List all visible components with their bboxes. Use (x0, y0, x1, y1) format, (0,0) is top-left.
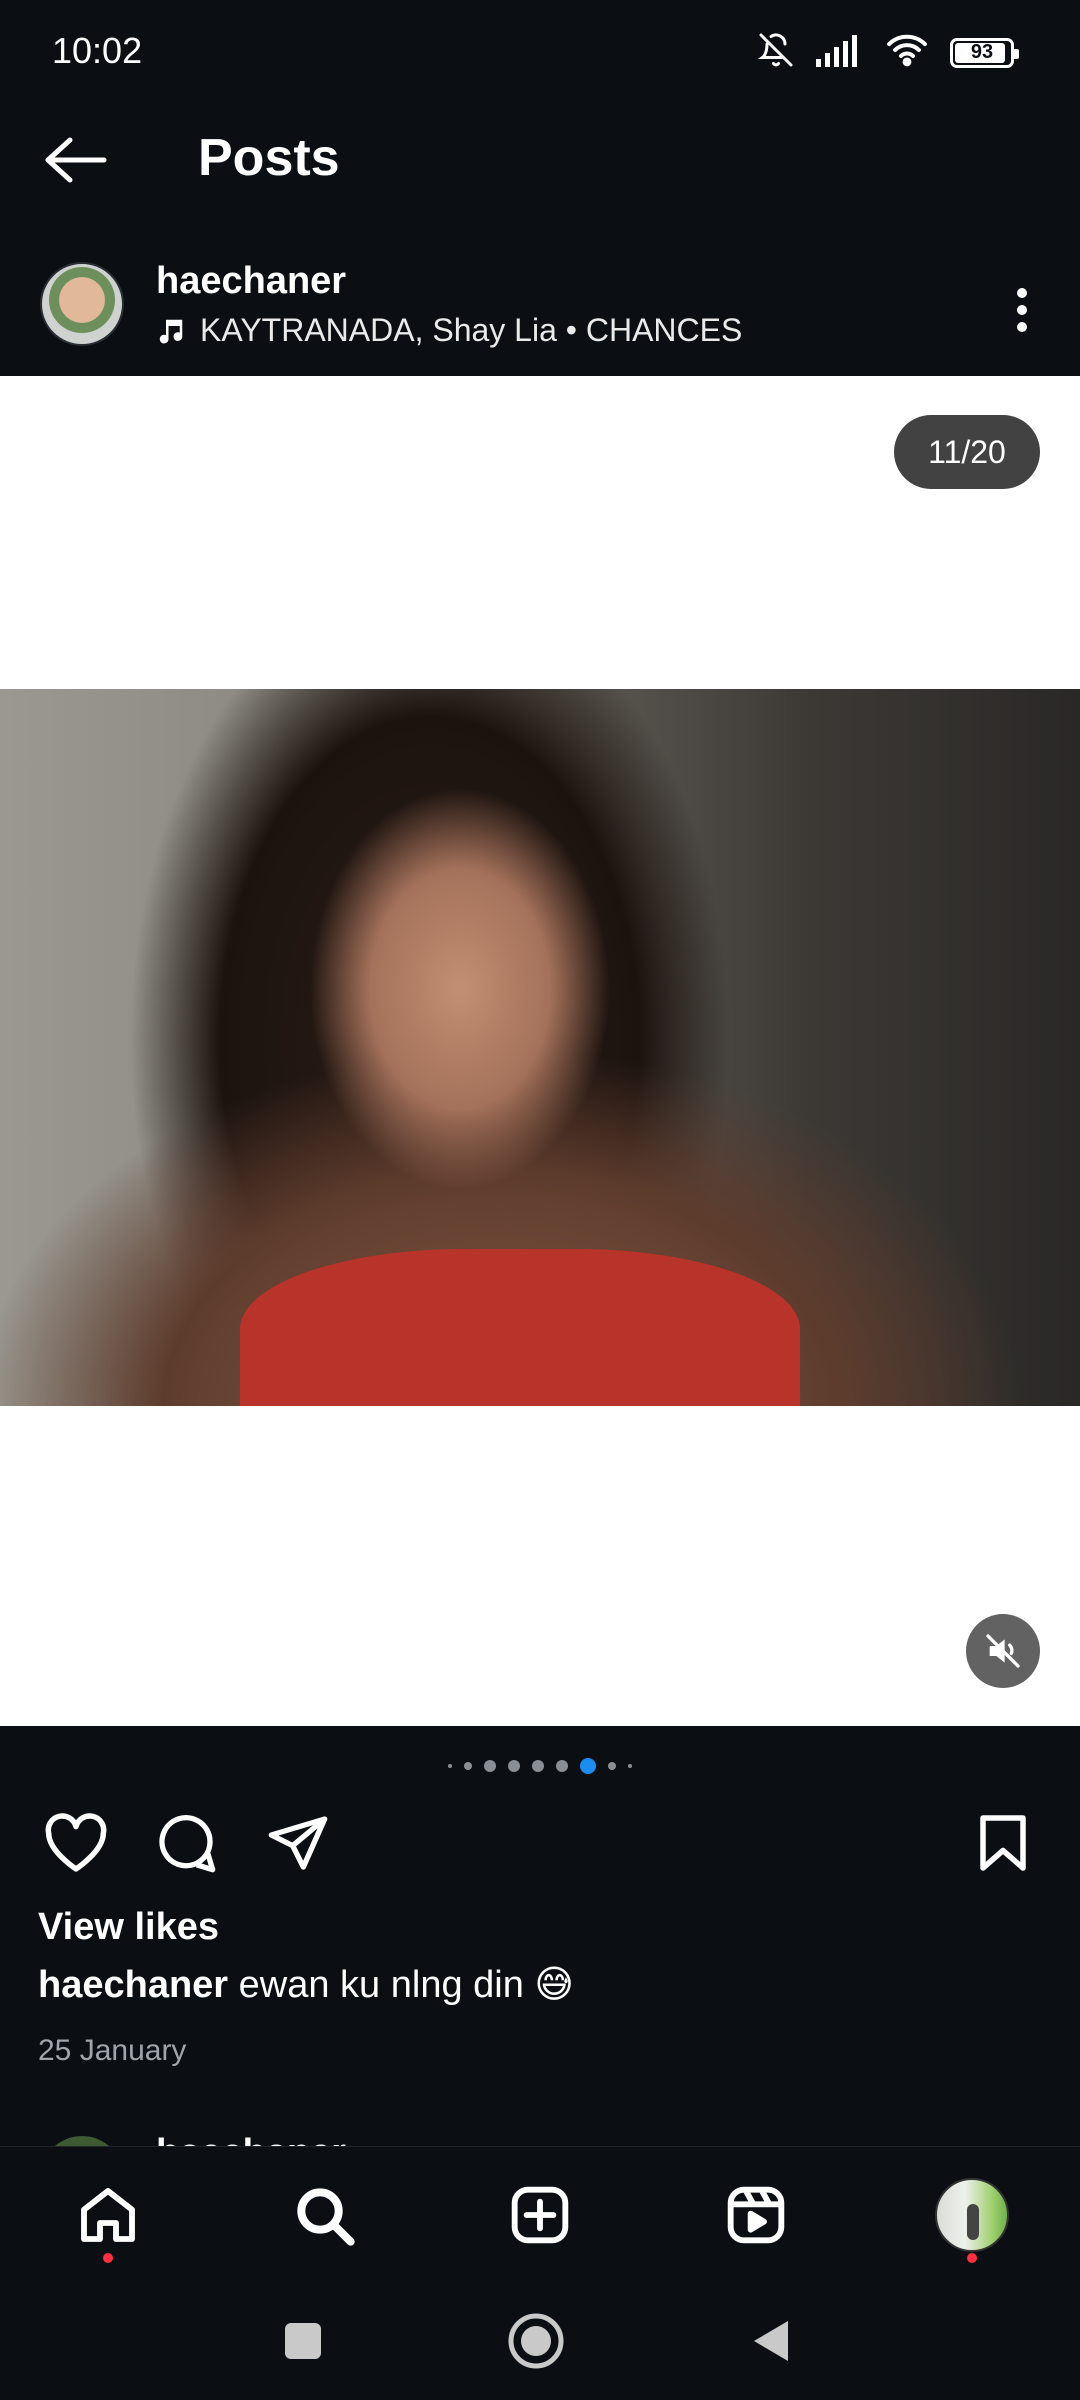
home-system-button[interactable] (501, 2306, 571, 2376)
photo-detail (240, 1249, 800, 1406)
back-arrow-icon (45, 137, 107, 183)
heart-icon (45, 1813, 107, 1872)
nav-reels[interactable] (718, 2177, 794, 2253)
caption-text: ewan ku nlng din 😅 (238, 1964, 575, 2006)
battery-level: 93 (970, 41, 994, 63)
bottom-nav (0, 2146, 1080, 2276)
carousel-dots (0, 1756, 1080, 1776)
nav-profile[interactable] (934, 2177, 1010, 2263)
post-header: haechaner KAYTRANADA, Shay Lia • CHANCES (0, 240, 1080, 376)
caption-username[interactable]: haechaner (38, 1964, 228, 2006)
page-title: Posts (198, 129, 340, 187)
status-bar: 10:02 93 (0, 0, 1080, 110)
music-row[interactable]: KAYTRANADA, Shay Lia • CHANCES (156, 312, 742, 349)
carousel-dot (556, 1760, 568, 1772)
nav-create[interactable] (502, 2177, 578, 2253)
page-header: Posts (0, 110, 1080, 210)
signal-icon (816, 33, 864, 72)
comment-icon (159, 1815, 216, 1873)
carousel-dot (608, 1762, 616, 1770)
status-icons: 93 (757, 32, 1019, 73)
carousel-counter: 11/20 (894, 415, 1040, 489)
share-button[interactable] (260, 1805, 336, 1881)
system-nav-bar (0, 2276, 1080, 2400)
post-photo[interactable] (0, 689, 1080, 1406)
view-likes-link[interactable]: View likes (38, 1906, 219, 1949)
carousel-dot (532, 1760, 544, 1772)
wifi-icon (886, 33, 928, 72)
notification-dot (103, 2253, 113, 2263)
back-system-button[interactable] (736, 2306, 806, 2376)
reels-icon (727, 2186, 785, 2244)
comment-button[interactable] (148, 1805, 224, 1881)
carousel-dot (464, 1762, 472, 1770)
share-icon (268, 1816, 328, 1870)
more-vertical-icon (1017, 288, 1027, 332)
recents-button[interactable] (268, 2306, 338, 2376)
carousel-dot-active (580, 1758, 596, 1774)
avatar[interactable] (40, 262, 124, 346)
like-button[interactable] (38, 1805, 114, 1881)
search-icon (297, 2188, 355, 2246)
more-options-button[interactable] (992, 270, 1052, 350)
music-note-icon (159, 319, 183, 343)
post-caption: haechaner ewan ku nlng din 😅 (38, 1962, 574, 2007)
volume-muted-icon (986, 1634, 1020, 1668)
notification-dot (967, 2253, 977, 2263)
post-media[interactable]: 11/20 (0, 376, 1080, 1726)
mute-bell-icon (757, 32, 794, 73)
status-time: 10:02 (52, 30, 143, 71)
battery-icon: 93 (950, 37, 1019, 68)
post-actions (0, 1805, 1080, 1885)
carousel-dot (508, 1760, 520, 1772)
post-date: 25 January (38, 2034, 187, 2067)
recents-icon (285, 2323, 321, 2359)
save-button[interactable] (965, 1805, 1041, 1881)
carousel-dot (628, 1764, 632, 1768)
create-icon (511, 2186, 569, 2244)
mute-toggle-button[interactable] (966, 1614, 1040, 1688)
nav-search[interactable] (286, 2177, 362, 2253)
back-button[interactable] (40, 130, 112, 190)
carousel-dot (484, 1760, 496, 1772)
home-circle-icon (508, 2313, 564, 2369)
home-icon (81, 2188, 135, 2242)
carousel-dot (448, 1764, 452, 1768)
bookmark-icon (980, 1815, 1026, 1871)
music-label: KAYTRANADA, Shay Lia • CHANCES (200, 312, 743, 348)
profile-avatar[interactable] (935, 2178, 1009, 2252)
nav-home[interactable] (70, 2177, 146, 2263)
post-username[interactable]: haechaner (156, 260, 346, 303)
back-triangle-icon (754, 2321, 788, 2361)
